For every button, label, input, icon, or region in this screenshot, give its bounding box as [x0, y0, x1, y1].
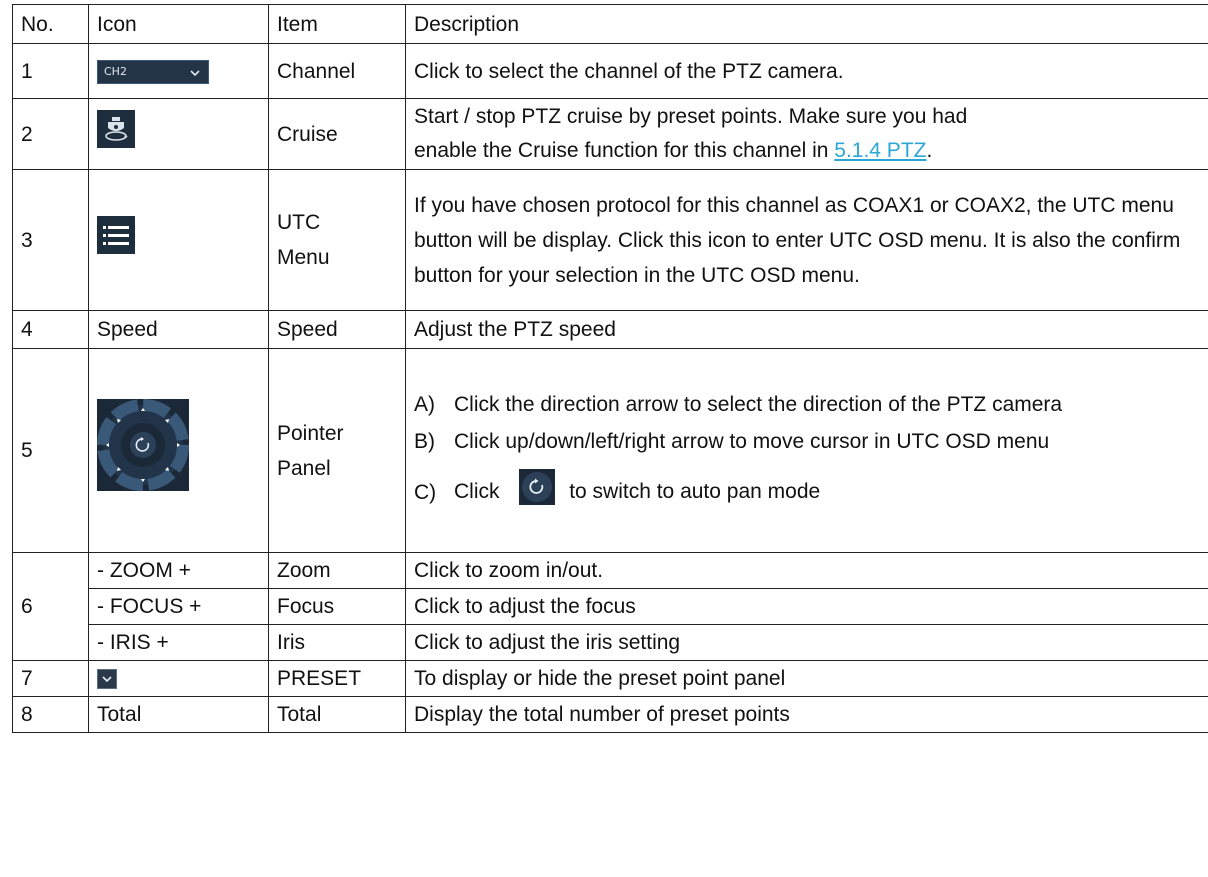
row-no: 3	[12, 169, 89, 311]
menu-list-icon[interactable]	[97, 215, 135, 265]
list-text: to switch to auto pan mode	[569, 480, 821, 504]
table-row: 8 Total Total Display the total number o…	[12, 696, 1208, 733]
list-text: Click the direction arrow to select the …	[454, 393, 1063, 416]
list-text-wrapper: Click to switch to auto pan mode	[454, 469, 1200, 516]
row-description: Click to select the channel of the PTZ c…	[405, 43, 1208, 99]
icon-cell	[88, 169, 269, 311]
row-item: Total	[268, 696, 406, 733]
chevron-down-icon	[190, 61, 200, 83]
channel-select-dropdown[interactable]: CH2	[97, 59, 209, 84]
header-icon: Icon	[88, 4, 269, 44]
table-row: 6 - ZOOM + Zoom Click to zoom in/out.	[12, 552, 1208, 661]
icon-cell	[88, 660, 269, 697]
row-item: Speed	[268, 310, 406, 349]
row-description: Click to adjust the focus	[405, 588, 1208, 625]
list-item: A) Click the direction arrow to select t…	[414, 387, 1200, 422]
row-description: Display the total number of preset point…	[405, 696, 1208, 733]
channel-select-value: CH2	[104, 64, 127, 78]
row-icon-text: Speed	[88, 310, 269, 349]
item-line: UTC	[277, 211, 321, 234]
cruise-camera-icon[interactable]	[97, 109, 135, 159]
description-line: Start / stop PTZ cruise by preset points…	[414, 105, 968, 128]
row-item: Pointer Panel	[268, 348, 406, 553]
row-icon-text: - IRIS +	[88, 624, 269, 661]
row-item: Iris	[268, 624, 406, 661]
row-item: Zoom	[268, 552, 406, 589]
item-line: Panel	[277, 456, 331, 480]
row-description: Click to adjust the iris setting	[405, 624, 1208, 661]
table-row: - FOCUS + Focus Click to adjust the focu…	[13, 588, 1208, 625]
row-icon-text: - FOCUS +	[88, 588, 269, 625]
item-line: Pointer	[277, 421, 344, 445]
list-label: B)	[414, 430, 435, 453]
chevron-down-icon[interactable]	[97, 669, 117, 690]
row-description: To display or hide the preset point pane…	[405, 660, 1208, 697]
list-label: A)	[414, 393, 435, 416]
header-item: Item	[268, 4, 406, 44]
list-item: B) Click up/down/left/right arrow to mov…	[414, 424, 1200, 459]
item-line: Menu	[277, 246, 330, 269]
row-no: 4	[12, 310, 89, 349]
table-row: 7 PRESET To display or hide the preset p…	[12, 660, 1208, 697]
ptz-section-link[interactable]: 5.1.4 PTZ	[834, 139, 926, 162]
icon-cell	[88, 348, 269, 553]
row-item: Channel	[268, 43, 406, 99]
header-no: No.	[12, 4, 89, 44]
row-no: 1	[12, 43, 89, 99]
row-description: If you have chosen protocol for this cha…	[405, 169, 1208, 311]
table-row: 3 UTC Menu If you have chosen protocol f…	[12, 169, 1208, 311]
row-no: 2	[12, 98, 89, 170]
list-item: C) Click to switch to auto pan mode	[414, 469, 1200, 516]
table-row: 1 CH2 Channel Click to select the channe…	[12, 43, 1208, 99]
row-no: 7	[12, 660, 89, 697]
table-row: 2 Cruise Start / stop PTZ cruise by pres…	[12, 98, 1208, 170]
row-icon-text: Total	[88, 696, 269, 733]
ptz-controls-table: No. Icon Item Description 1 CH2 Channel …	[12, 4, 1208, 733]
table-row: 5 Pointer Panel A) Click the direction a…	[12, 348, 1208, 553]
row-description: Start / stop PTZ cruise by preset points…	[405, 98, 1208, 170]
row-description: A) Click the direction arrow to select t…	[405, 348, 1208, 553]
row-no: 5	[12, 348, 89, 553]
auto-pan-icon[interactable]	[519, 469, 556, 516]
pointer-panel-icon[interactable]	[97, 399, 189, 502]
row-item: Cruise	[268, 98, 406, 170]
row-item: UTC Menu	[268, 169, 406, 311]
list-text: Click up/down/left/right arrow to move c…	[454, 430, 1050, 453]
description-punct: .	[926, 139, 933, 162]
header-row: No. Icon Item Description	[12, 4, 1208, 44]
icon-cell: CH2	[88, 43, 269, 99]
row-item: PRESET	[268, 660, 406, 697]
row-no: 8	[12, 696, 89, 733]
table-row: 4 Speed Speed Adjust the PTZ speed	[12, 310, 1208, 349]
description-line: enable the Cruise function for this chan…	[414, 139, 835, 162]
list-label: C)	[414, 481, 437, 504]
table-row: - IRIS + Iris Click to adjust the iris s…	[13, 624, 1208, 661]
row-no: 6	[12, 552, 89, 661]
row-item: Focus	[268, 588, 406, 625]
row-description: Adjust the PTZ speed	[405, 310, 1208, 349]
list-text: Click	[454, 480, 500, 504]
row-description: Click to zoom in/out.	[405, 552, 1208, 589]
icon-cell	[88, 98, 269, 170]
row-icon-text: - ZOOM +	[88, 552, 269, 589]
header-description: Description	[405, 4, 1208, 44]
